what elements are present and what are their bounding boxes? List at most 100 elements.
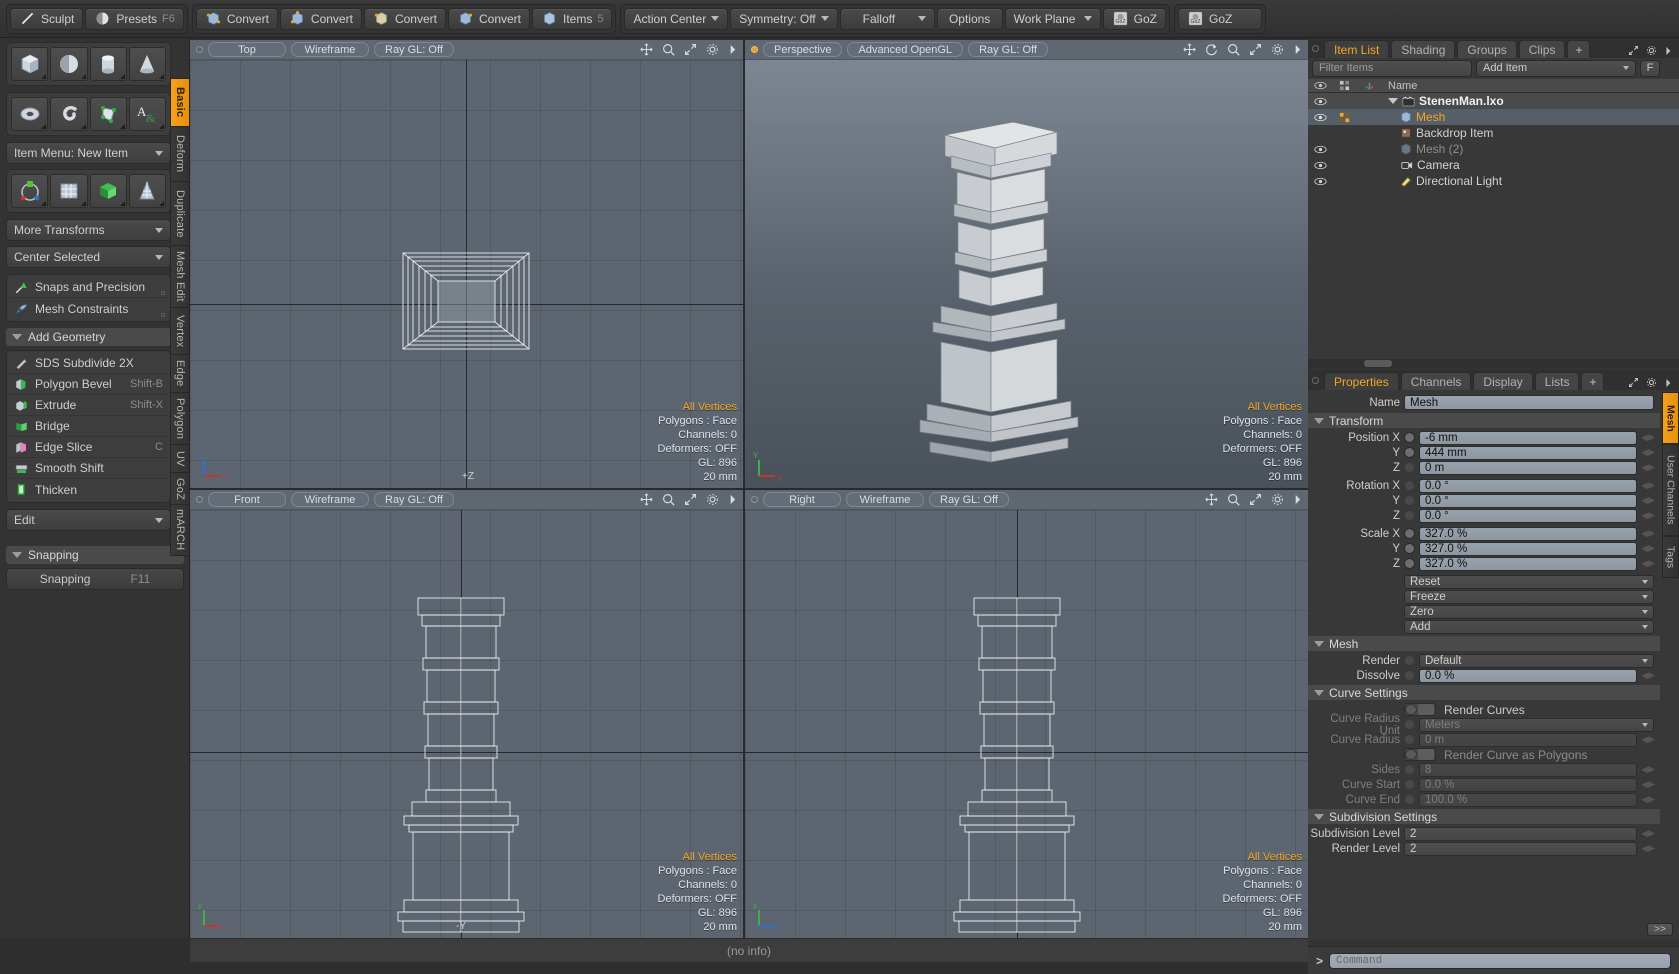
torus-tool[interactable] (11, 97, 49, 131)
scale-y-knob[interactable] (1404, 543, 1415, 554)
position-y-input[interactable]: 444 mm (1419, 445, 1637, 460)
viewport-top-shading-button[interactable]: Wireframe (291, 42, 369, 57)
more-transforms-dropdown[interactable]: More Transforms (6, 219, 171, 241)
convert-button-4[interactable]: Convert (447, 7, 531, 30)
bridge-item[interactable]: Bridge (9, 416, 168, 437)
scale-x-knob[interactable] (1404, 528, 1415, 539)
move-icon[interactable] (640, 493, 653, 506)
tab-properties[interactable]: Properties (1324, 372, 1399, 390)
curve-radius-unit-dropdown[interactable]: Meters (1419, 717, 1654, 732)
convert-button-1[interactable]: Convert (195, 7, 278, 30)
arrow-icon[interactable] (728, 44, 737, 55)
sides-spinner[interactable]: ◀▶ (1641, 763, 1655, 776)
rotation-z-input[interactable]: 0.0 ° (1419, 508, 1637, 523)
rotation-y-knob[interactable] (1404, 495, 1415, 506)
tab-channels[interactable]: Channels (1400, 372, 1472, 390)
rotation-y-input[interactable]: 0.0 ° (1419, 493, 1637, 508)
render-dropdown[interactable]: Default (1419, 653, 1654, 668)
work-plane-dropdown[interactable]: Work Plane (1004, 7, 1101, 30)
transform-gizmo-tool[interactable] (11, 174, 49, 208)
curve-radius-knob[interactable] (1404, 734, 1415, 745)
scale-z-knob[interactable] (1404, 558, 1415, 569)
position-x-spinner[interactable]: ◀▶ (1641, 431, 1655, 444)
subdivision-level-input[interactable]: 2 (1404, 826, 1637, 841)
rotation-x-input[interactable]: 0.0 ° (1419, 478, 1637, 493)
arrow-icon[interactable] (1293, 44, 1302, 55)
edit-dropdown[interactable]: Edit (6, 509, 171, 531)
curve-radius-unit-knob[interactable] (1404, 719, 1415, 730)
render-curve-as-polygons-toggle[interactable] (1404, 748, 1436, 761)
sides-knob[interactable] (1404, 764, 1415, 775)
row-selection-set[interactable] (1332, 112, 1356, 123)
position-y-spinner[interactable]: ◀▶ (1641, 446, 1655, 459)
lattice-tool[interactable] (128, 174, 166, 208)
move-icon[interactable] (1183, 43, 1196, 56)
thicken-item[interactable]: Thicken (9, 479, 168, 500)
row-visibility-toggle[interactable] (1308, 113, 1332, 122)
triangle-expand-icon[interactable] (1388, 98, 1398, 104)
vtab-tags[interactable]: Tags (1662, 536, 1679, 578)
table-row[interactable]: StenenMan.lxo (1308, 93, 1679, 109)
tab-add[interactable]: + (1581, 372, 1605, 390)
rotation-x-knob[interactable] (1404, 480, 1415, 491)
vtab-goz[interactable]: GoZ (170, 472, 190, 504)
text-tool[interactable]: A & (128, 97, 166, 131)
symmetry-dropdown[interactable]: Symmetry: Off (730, 7, 838, 30)
position-z-knob[interactable] (1404, 462, 1415, 473)
snaps-and-precision-item[interactable]: Snaps and Precision (9, 277, 168, 298)
arrow-icon[interactable] (1664, 378, 1672, 388)
viewport-active-dot[interactable] (196, 46, 203, 53)
goz-button-1[interactable]: GoZ GoZ (1102, 7, 1166, 30)
edge-slice-item[interactable]: Edge Slice C (9, 437, 168, 458)
smooth-shift-item[interactable]: Smooth Shift (9, 458, 168, 479)
curve-end-spinner[interactable]: ◀▶ (1641, 793, 1655, 806)
row-visibility-toggle[interactable] (1308, 97, 1332, 106)
sds-subdivide-item[interactable]: SDS Subdivide 2X (9, 353, 168, 374)
row-visibility-toggle[interactable] (1308, 145, 1332, 154)
center-selected-dropdown[interactable]: Center Selected (6, 246, 171, 268)
gear-icon[interactable] (1646, 45, 1657, 56)
rotation-z-spinner[interactable]: ◀▶ (1641, 509, 1655, 522)
vtab-basic[interactable]: Basic (170, 78, 190, 126)
fit-icon[interactable] (684, 43, 697, 56)
tab-groups[interactable]: Groups (1457, 40, 1517, 58)
subdivision-settings-header[interactable]: Subdivision Settings (1308, 809, 1660, 824)
arrow-icon[interactable] (1293, 494, 1302, 505)
add-dropdown[interactable]: Add (1404, 619, 1654, 634)
vtab-deform[interactable]: Deform (170, 126, 190, 181)
transform-section-header[interactable]: Transform (1308, 413, 1660, 428)
scale-z-input[interactable]: 327.0 % (1419, 556, 1637, 571)
viewport-right[interactable]: Right Wireframe Ray GL: Off y z All Vert… (745, 490, 1308, 938)
scale-z-spinner[interactable]: ◀▶ (1641, 557, 1655, 570)
panel-menu-dot[interactable] (1312, 377, 1319, 384)
vtab-mesh-edit[interactable]: Mesh Edit (170, 245, 190, 307)
move-icon[interactable] (1205, 493, 1218, 506)
items-button[interactable]: Items 5 (532, 7, 613, 30)
move-icon[interactable] (640, 43, 653, 56)
item-menu-dropdown[interactable]: Item Menu: New Item (6, 142, 171, 164)
rotation-z-knob[interactable] (1404, 510, 1415, 521)
gear-icon[interactable] (1271, 43, 1284, 56)
viewport-top-view-button[interactable]: Top (208, 42, 286, 57)
maximize-icon[interactable] (1628, 45, 1639, 56)
filter-items-input[interactable]: Filter Items (1312, 59, 1472, 77)
polygon-bevel-item[interactable]: Polygon Bevel Shift-B (9, 374, 168, 395)
zero-dropdown[interactable]: Zero (1404, 604, 1654, 619)
viewport-right-shading-button[interactable]: Wireframe (846, 492, 924, 507)
green-mesh-tool[interactable] (89, 174, 127, 208)
tab-item-list[interactable]: Item List (1324, 40, 1390, 58)
cube-tool[interactable] (11, 47, 49, 81)
polygon-tool[interactable] (89, 97, 127, 131)
viewport-perspective-ray-button[interactable]: Ray GL: Off (968, 42, 1048, 57)
item-list-horizontal-scrollbar[interactable] (1308, 359, 1679, 368)
gear-icon[interactable] (706, 493, 719, 506)
snapping-header[interactable]: Snapping (6, 546, 184, 564)
convert-button-3[interactable]: Convert (363, 7, 446, 30)
add-item-dropdown[interactable]: Add Item (1476, 59, 1636, 77)
viewport-right-view-button[interactable]: Right (763, 492, 841, 507)
name-input[interactable]: Mesh (1404, 395, 1654, 410)
reset-dropdown[interactable]: Reset (1404, 574, 1654, 589)
render-knob[interactable] (1404, 655, 1415, 666)
curve-settings-header[interactable]: Curve Settings (1308, 685, 1660, 700)
viewport-front-view-button[interactable]: Front (208, 492, 286, 507)
